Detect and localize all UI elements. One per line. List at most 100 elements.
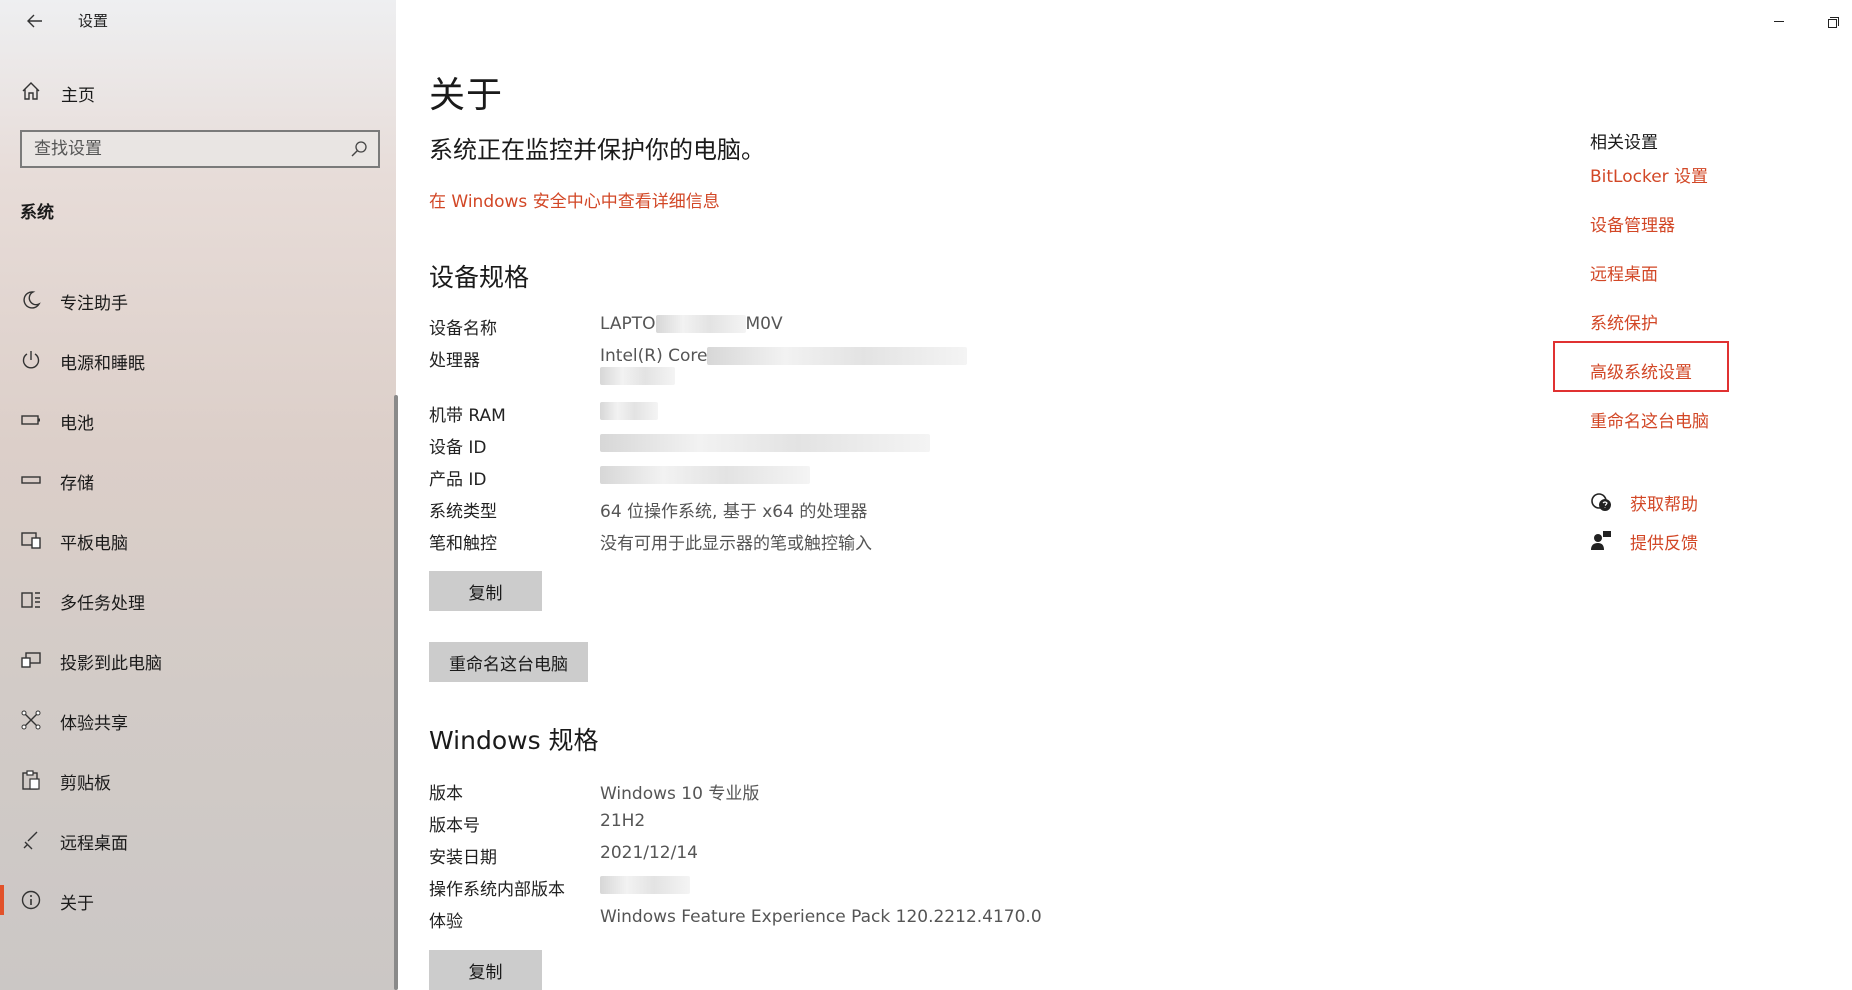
sidebar-item-storage[interactable]: 存储 (0, 450, 396, 510)
spec-value: 64 位操作系统, 基于 x64 的处理器 (600, 502, 868, 522)
moon-icon (23, 291, 41, 309)
spec-key: 处理器 (429, 351, 480, 371)
spec-value: Windows 10 专业版 (600, 784, 760, 804)
spec-row: 笔和触控 没有可用于此显示器的笔或触控输入 (429, 525, 1129, 557)
sidebar-item-label: 剪贴板 (60, 774, 111, 794)
highlight-box (1553, 341, 1729, 392)
sidebar-item-label: 专注助手 (60, 294, 128, 314)
spec-key: 版本号 (429, 816, 480, 836)
sidebar-item-label: 主页 (61, 86, 95, 106)
spec-key: 设备名称 (429, 319, 497, 339)
sidebar: 设置 主页 系统 专注助手 电源和睡眠 电池 存储 平板电脑 (0, 0, 400, 990)
restore-button[interactable] (1816, 6, 1846, 36)
sidebar-item-home[interactable]: 主页 (0, 72, 396, 112)
get-help-label: 获取帮助 (1630, 494, 1698, 515)
spec-row: 版本 Windows 10 专业版 (429, 775, 1129, 807)
system-protection-link[interactable]: 系统保护 (1590, 309, 1658, 334)
restore-icon-front (1828, 19, 1837, 28)
spec-value: 2021/12/14 (600, 843, 698, 863)
sidebar-item-multitasking[interactable]: 多任务处理 (0, 570, 396, 630)
copy-windows-specs-button[interactable]: 复制 (429, 950, 542, 990)
spec-key: 安装日期 (429, 848, 497, 868)
spec-row: 设备名称 LAPTO M0V (429, 310, 1129, 342)
sidebar-item-clipboard[interactable]: 剪贴板 (0, 750, 396, 810)
sidebar-item-label: 关于 (60, 894, 94, 914)
spec-row: 体验 Windows Feature Experience Pack 120.2… (429, 903, 1129, 935)
get-help-link[interactable]: 获取帮助 (1590, 487, 1698, 517)
back-arrow-icon (27, 14, 42, 28)
related-settings-title: 相关设置 (1590, 133, 1658, 153)
spec-value-device-name: LAPTO M0V (600, 314, 783, 334)
spec-row: 机带 RAM (429, 397, 1129, 429)
copy-device-specs-button[interactable]: 复制 (429, 571, 542, 611)
spec-value: 21H2 (600, 811, 646, 831)
spec-key: 机带 RAM (429, 406, 506, 426)
search-input[interactable] (34, 134, 344, 164)
spec-value-ram (600, 401, 658, 421)
sidebar-item-label: 体验共享 (60, 714, 128, 734)
sidebar-item-battery[interactable]: 电池 (0, 390, 396, 450)
back-button[interactable] (18, 6, 52, 36)
remote-desktop-icon (23, 831, 38, 850)
sidebar-item-label: 远程桌面 (60, 834, 128, 854)
spec-row: 处理器 Intel(R) Core (429, 342, 1129, 397)
bitlocker-settings-link[interactable]: BitLocker 设置 (1590, 162, 1708, 187)
multitasking-icon (21, 592, 40, 608)
windows-specs-heading: Windows 规格 (429, 726, 599, 755)
spec-key: 系统类型 (429, 502, 497, 522)
spec-value-os-build (600, 875, 690, 895)
info-icon (21, 890, 41, 910)
minimize-icon (1774, 20, 1784, 22)
spec-value-device-id (600, 433, 930, 453)
spec-row: 系统类型 64 位操作系统, 基于 x64 的处理器 (429, 493, 1129, 525)
rename-pc-button[interactable]: 重命名这台电脑 (429, 642, 588, 682)
sidebar-item-label: 投影到此电脑 (60, 654, 162, 674)
spec-row: 安装日期 2021/12/14 (429, 839, 1129, 871)
spec-row: 版本号 21H2 (429, 807, 1129, 839)
spec-value: 没有可用于此显示器的笔或触控输入 (600, 534, 872, 554)
storage-icon (21, 476, 41, 484)
page-title: 关于 (429, 75, 504, 116)
windows-specs-table: 版本 Windows 10 专业版 版本号 21H2 安装日期 2021/12/… (429, 775, 1129, 935)
feedback-icon (1591, 531, 1611, 550)
spec-key: 体验 (429, 912, 463, 932)
give-feedback-label: 提供反馈 (1630, 533, 1698, 554)
spec-row: 设备 ID (429, 429, 1129, 461)
sidebar-item-label: 电池 (60, 414, 94, 434)
window-title: 设置 (78, 12, 109, 30)
sidebar-item-project-to-pc[interactable]: 投影到此电脑 (0, 630, 396, 690)
projection-icon (21, 652, 41, 668)
spec-key: 操作系统内部版本 (429, 880, 565, 900)
home-icon (22, 82, 40, 100)
sidebar-item-focus-assist[interactable]: 专注助手 (0, 270, 396, 330)
spec-key: 笔和触控 (429, 534, 497, 554)
shared-experiences-icon (21, 710, 41, 730)
sidebar-item-remote-desktop[interactable]: 远程桌面 (0, 810, 396, 870)
spec-row: 产品 ID (429, 461, 1129, 493)
device-manager-link[interactable]: 设备管理器 (1590, 211, 1675, 236)
rename-pc-link[interactable]: 重命名这台电脑 (1590, 407, 1709, 432)
sidebar-scrollbar[interactable] (394, 395, 398, 990)
spec-value-product-id (600, 465, 810, 485)
sidebar-nav: 专注助手 电源和睡眠 电池 存储 平板电脑 多任务处理 投影到此电脑 体验共享 (0, 270, 396, 930)
protection-status: 系统正在监控并保护你的电脑。 (429, 136, 765, 164)
power-icon (22, 351, 40, 369)
tablet-icon (21, 532, 41, 549)
device-specs-table: 设备名称 LAPTO M0V 处理器 Intel(R) Core 机带 RAM 设… (429, 310, 1129, 557)
minimize-button[interactable] (1764, 6, 1794, 36)
sidebar-item-shared-experiences[interactable]: 体验共享 (0, 690, 396, 750)
sidebar-item-about[interactable]: 关于 (0, 870, 396, 930)
give-feedback-link[interactable]: 提供反馈 (1590, 526, 1698, 556)
remote-desktop-link[interactable]: 远程桌面 (1590, 260, 1658, 285)
sidebar-item-power-sleep[interactable]: 电源和睡眠 (0, 330, 396, 390)
help-chat-icon (1591, 493, 1611, 511)
sidebar-section-title: 系统 (20, 203, 54, 223)
search-box[interactable] (20, 130, 380, 168)
spec-key: 版本 (429, 784, 463, 804)
sidebar-item-label: 电源和睡眠 (60, 354, 145, 374)
battery-icon (21, 415, 40, 425)
spec-value: Windows Feature Experience Pack 120.2212… (600, 907, 1042, 927)
sidebar-item-tablet[interactable]: 平板电脑 (0, 510, 396, 570)
security-center-link[interactable]: 在 Windows 安全中心中查看详细信息 (429, 187, 720, 212)
clipboard-icon (22, 770, 40, 790)
